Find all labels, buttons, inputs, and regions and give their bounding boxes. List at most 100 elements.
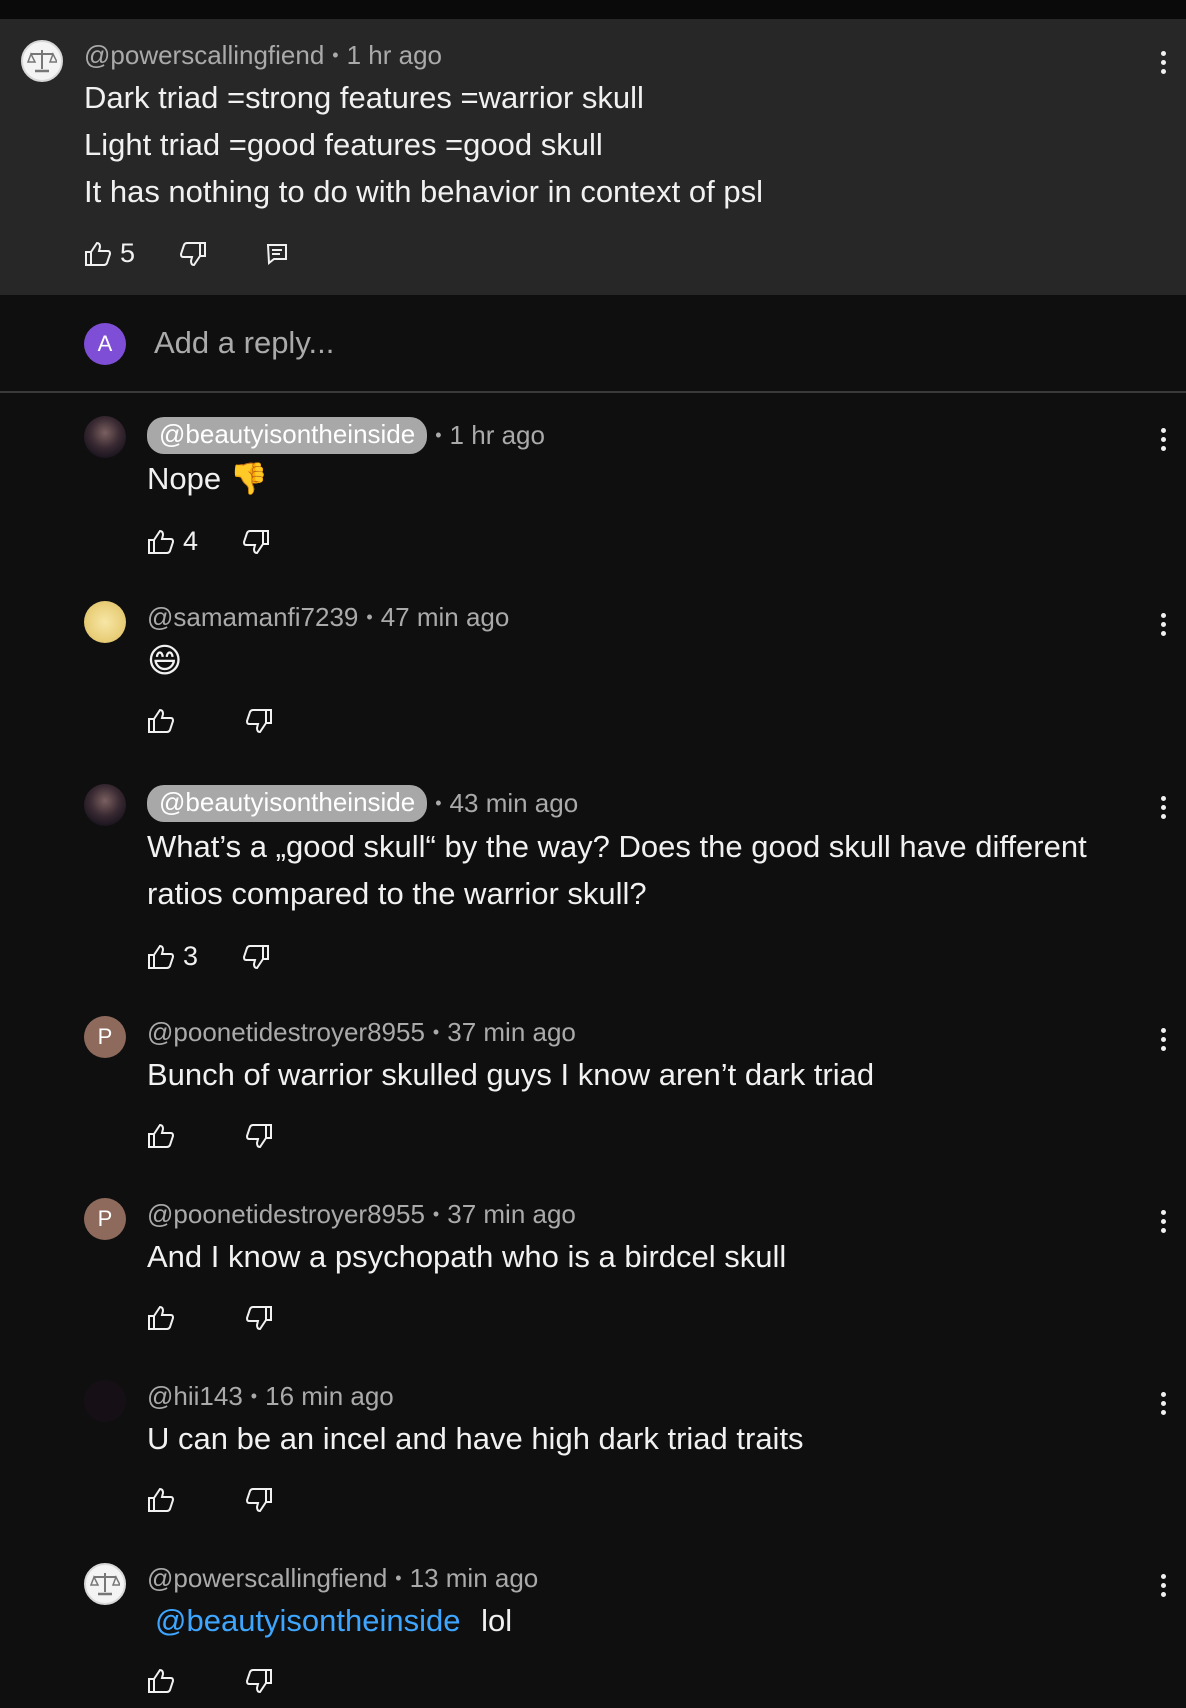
thumbs-down-icon xyxy=(245,1124,272,1149)
thumbs-up-icon xyxy=(148,529,175,554)
dislike-button[interactable] xyxy=(179,241,207,267)
thumbs-down-icon xyxy=(245,1488,272,1513)
dislike-button[interactable] xyxy=(245,1668,273,1694)
avatar[interactable] xyxy=(84,416,126,458)
author-name[interactable]: @powerscallingfiend xyxy=(147,1563,387,1594)
top-comment: @powerscallingfiend • 1 hr ago Dark tria… xyxy=(0,19,1186,295)
thumbs-down-icon xyxy=(245,1306,272,1331)
comment-actions xyxy=(147,708,273,734)
comment-text: 😄 xyxy=(147,642,183,680)
like-button[interactable] xyxy=(147,1123,175,1149)
comment-line: ratios compared to the warrior skull? xyxy=(147,876,647,911)
dislike-button[interactable] xyxy=(245,1123,273,1149)
comment-actions xyxy=(147,1123,273,1149)
comment-line: What’s a „good skull“ by the way? Does t… xyxy=(147,829,1087,864)
like-button[interactable] xyxy=(147,1487,175,1513)
more-vert-icon[interactable] xyxy=(1158,1028,1168,1051)
avatar[interactable] xyxy=(84,1563,126,1605)
author-chip[interactable]: @beautyisontheinside xyxy=(147,417,428,454)
thumbs-up-icon xyxy=(148,1668,175,1693)
author-name[interactable]: @poonetidestroyer8955 xyxy=(147,1017,425,1048)
dislike-button[interactable] xyxy=(245,1305,273,1331)
avatar[interactable]: P xyxy=(84,1198,126,1240)
more-vert-icon[interactable] xyxy=(1158,796,1168,819)
avatar: A xyxy=(84,323,126,365)
comment-text: And I know a psychopath who is a birdcel… xyxy=(147,1239,787,1274)
like-button[interactable] xyxy=(147,708,175,734)
comment-meta: @powerscallingfiend • 13 min ago xyxy=(147,1563,538,1594)
comment-text: @beautyisontheinside lol xyxy=(155,1597,512,1644)
scale-icon xyxy=(90,1573,120,1596)
comment-meta: @poonetidestroyer8955 • 37 min ago xyxy=(147,1017,576,1048)
author-name[interactable]: @poonetidestroyer8955 xyxy=(147,1199,425,1230)
avatar[interactable] xyxy=(84,601,126,643)
separator-dot: • xyxy=(250,1386,258,1406)
timestamp: 1 hr ago xyxy=(346,40,443,70)
comment-line: Nope xyxy=(147,461,222,496)
thumbs-down-icon xyxy=(245,709,272,734)
comment-line: Light triad =good features =good skull xyxy=(84,127,603,162)
comment-text: U can be an incel and have high dark tri… xyxy=(147,1421,804,1456)
author-name[interactable]: @samamanfi7239 xyxy=(147,602,358,633)
dislike-button[interactable] xyxy=(242,529,270,555)
avatar[interactable] xyxy=(21,40,63,82)
separator-dot: • xyxy=(432,1204,440,1224)
comment-text: Nope 👎 xyxy=(147,455,268,502)
reply-button[interactable] xyxy=(265,242,289,266)
comment-text: What’s a „good skull“ by the way? Does t… xyxy=(147,823,1087,917)
comment-actions xyxy=(147,1668,273,1694)
reply-input[interactable]: Add a reply... xyxy=(154,325,334,361)
comment-meta: @beautyisontheinside • 1 hr ago xyxy=(147,417,545,454)
avatar[interactable] xyxy=(84,1380,126,1422)
comment-text: Dark triad =strong features =warrior sku… xyxy=(84,74,763,215)
comment-line: It has nothing to do with behavior in co… xyxy=(84,174,763,209)
author-name[interactable]: @powerscallingfiend xyxy=(84,40,324,71)
like-button[interactable]: 5 xyxy=(84,238,135,269)
timestamp: 47 min ago xyxy=(380,602,510,632)
comment-actions xyxy=(147,1487,273,1513)
dislike-button[interactable] xyxy=(245,708,273,734)
reply-composer[interactable]: A Add a reply... xyxy=(0,295,1186,393)
timestamp: 1 hr ago xyxy=(449,420,545,450)
dislike-button[interactable] xyxy=(242,944,270,970)
comment-text: Bunch of warrior skulled guys I know are… xyxy=(147,1057,875,1092)
avatar[interactable] xyxy=(84,784,126,826)
separator-dot: • xyxy=(435,793,442,813)
more-vert-icon[interactable] xyxy=(1158,428,1168,451)
timestamp: 16 min ago xyxy=(265,1381,394,1411)
like-button[interactable]: 4 xyxy=(147,526,198,557)
timestamp: 13 min ago xyxy=(409,1563,539,1593)
like-button[interactable]: 3 xyxy=(147,941,198,972)
like-button[interactable] xyxy=(147,1305,175,1331)
more-vert-icon[interactable] xyxy=(1158,51,1168,74)
avatar[interactable]: P xyxy=(84,1016,126,1058)
like-count: 4 xyxy=(183,526,199,556)
dislike-button[interactable] xyxy=(245,1487,273,1513)
more-vert-icon[interactable] xyxy=(1158,1210,1168,1233)
status-strip xyxy=(0,0,1186,19)
comment-icon xyxy=(266,243,288,265)
thumbs-up-icon xyxy=(148,1123,175,1148)
separator-dot: • xyxy=(432,1022,440,1042)
more-vert-icon[interactable] xyxy=(1158,613,1168,636)
author-name[interactable]: @hii143 xyxy=(147,1381,243,1412)
more-vert-icon[interactable] xyxy=(1158,1574,1168,1597)
thumbs-down-icon xyxy=(243,529,270,554)
thumbs-up-icon xyxy=(148,708,175,733)
comment-meta: @samamanfi7239 • 47 min ago xyxy=(147,602,509,633)
thumbs-down-icon xyxy=(180,241,207,266)
like-button[interactable] xyxy=(147,1668,175,1694)
comment-line: lol xyxy=(481,1603,513,1638)
author-chip[interactable]: @beautyisontheinside xyxy=(147,785,428,822)
comment-meta: @powerscallingfiend • 1 hr ago xyxy=(84,40,442,71)
comment-line: Dark triad =strong features =warrior sku… xyxy=(84,80,644,115)
timestamp: 37 min ago xyxy=(447,1017,576,1047)
scale-icon xyxy=(27,50,57,73)
separator-dot: • xyxy=(366,607,373,627)
timestamp: 37 min ago xyxy=(447,1199,576,1229)
more-vert-icon[interactable] xyxy=(1158,1392,1168,1415)
separator-dot: • xyxy=(435,425,442,445)
thumbs-down-icon xyxy=(243,944,270,969)
thumbs-up-icon xyxy=(85,241,112,266)
mention-link[interactable]: @beautyisontheinside xyxy=(155,1603,461,1638)
